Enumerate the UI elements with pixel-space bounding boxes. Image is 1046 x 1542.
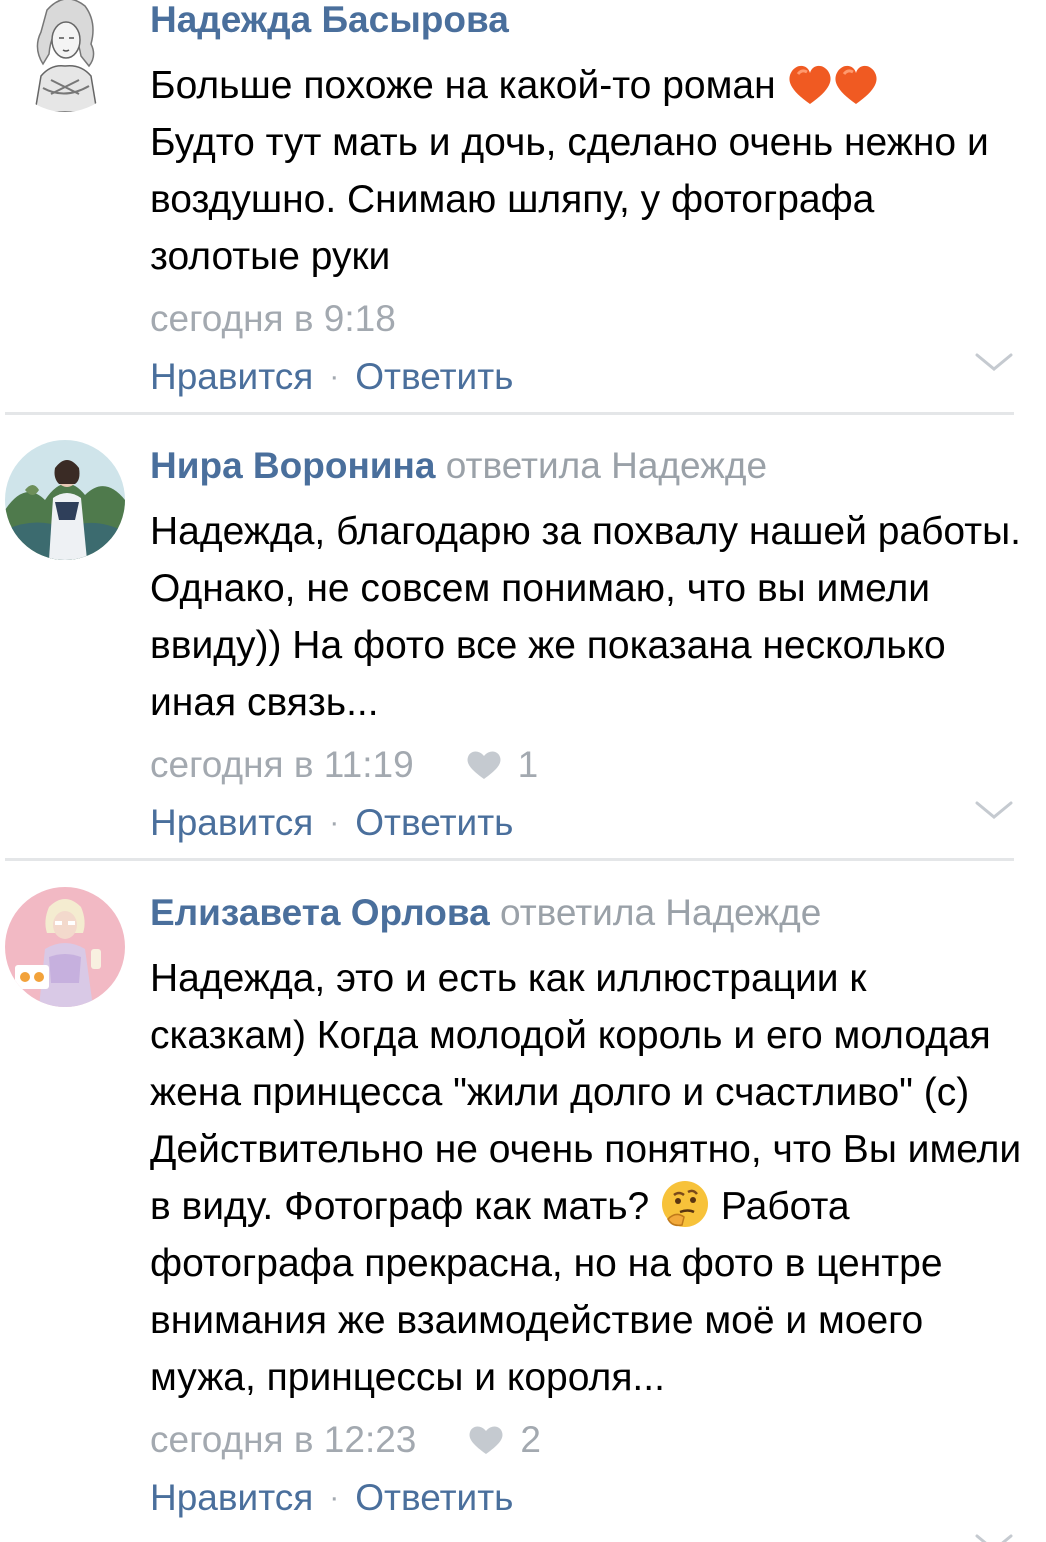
heart-icon — [469, 1426, 503, 1454]
comment-paragraph: Будто тут мать и дочь, сделано очень неж… — [150, 121, 989, 278]
comment-text: Надежда, благодарю за похвалу нашей рабо… — [150, 503, 1030, 731]
avatar[interactable] — [5, 0, 125, 112]
likes-count: 1 — [517, 744, 539, 785]
heart-icon — [467, 751, 501, 779]
comment-actions: Нравится · Ответить — [150, 1476, 1030, 1520]
avatar[interactable] — [5, 440, 125, 560]
two-hearts-emoji — [786, 62, 882, 106]
chevron-down-icon[interactable] — [974, 350, 1014, 374]
separator-dot: · — [329, 806, 340, 839]
author-name[interactable]: Нира Воронина — [150, 445, 435, 486]
reply-button[interactable]: Ответить — [355, 801, 513, 845]
avatar[interactable] — [5, 887, 125, 1007]
comment-actions: Нравится · Ответить — [150, 355, 1030, 399]
avatar-photo-image — [5, 440, 125, 560]
likes-counter[interactable]: 2 — [468, 1418, 541, 1462]
divider — [5, 412, 1014, 415]
likes-count: 2 — [520, 1419, 541, 1460]
comment-meta: сегодня в 9:18 — [150, 297, 1030, 341]
comment-meta: сегодня в 11:19 1 — [150, 743, 1030, 787]
like-button[interactable]: Нравится — [150, 1476, 313, 1520]
chevron-down-icon[interactable] — [974, 798, 1014, 822]
reply-button[interactable]: Ответить — [355, 355, 513, 399]
like-button[interactable]: Нравится — [150, 355, 313, 399]
comment-text: Надежда, это и есть как иллюстрации к ск… — [150, 950, 1030, 1406]
author-name[interactable]: Надежда Басырова — [150, 0, 509, 40]
like-button[interactable]: Нравится — [150, 801, 313, 845]
likes-counter[interactable]: 1 — [466, 743, 539, 787]
comment-actions: Нравится · Ответить — [150, 801, 1030, 845]
separator-dot: · — [329, 1481, 340, 1514]
comment-header: Надежда Басырова — [150, 0, 1030, 40]
comment-paragraph: Больше похоже на какой-то роман — [150, 64, 776, 107]
comment-meta: сегодня в 12:23 2 — [150, 1418, 1030, 1462]
comment-time: сегодня в 11:19 — [150, 744, 414, 785]
comment-paragraph: Надежда, это и есть как иллюстрации к ск… — [150, 957, 991, 1114]
separator-dot: · — [329, 360, 340, 393]
comment-time: сегодня в 9:18 — [150, 298, 396, 339]
divider — [5, 858, 1014, 861]
replied-to[interactable]: ответила Надежде — [446, 445, 767, 486]
comments-feed: Надежда Басырова Больше похоже на какой-… — [0, 0, 1046, 1542]
comment-header: Елизавета Орлова ответила Надежде — [150, 893, 1030, 933]
author-name[interactable]: Елизавета Орлова — [150, 892, 490, 933]
comment-paragraph: Действительно не очень понятно, что Вы и… — [150, 1128, 1022, 1228]
comment-text: Больше похоже на какой-то роман Будто ту… — [150, 57, 1030, 285]
comment-time: сегодня в 12:23 — [150, 1419, 417, 1460]
thinking-face-emoji — [660, 1179, 710, 1229]
chevron-down-icon[interactable] — [974, 1531, 1014, 1542]
replied-to[interactable]: ответила Надежде — [500, 892, 821, 933]
comment-paragraph: Надежда, благодарю за похвалу нашей рабо… — [150, 510, 1021, 724]
avatar-photo-image — [5, 887, 125, 1007]
reply-button[interactable]: Ответить — [355, 1476, 513, 1520]
comment-header: Нира Воронина ответила Надежде — [150, 446, 1030, 486]
avatar-sketch-image — [5, 0, 125, 112]
